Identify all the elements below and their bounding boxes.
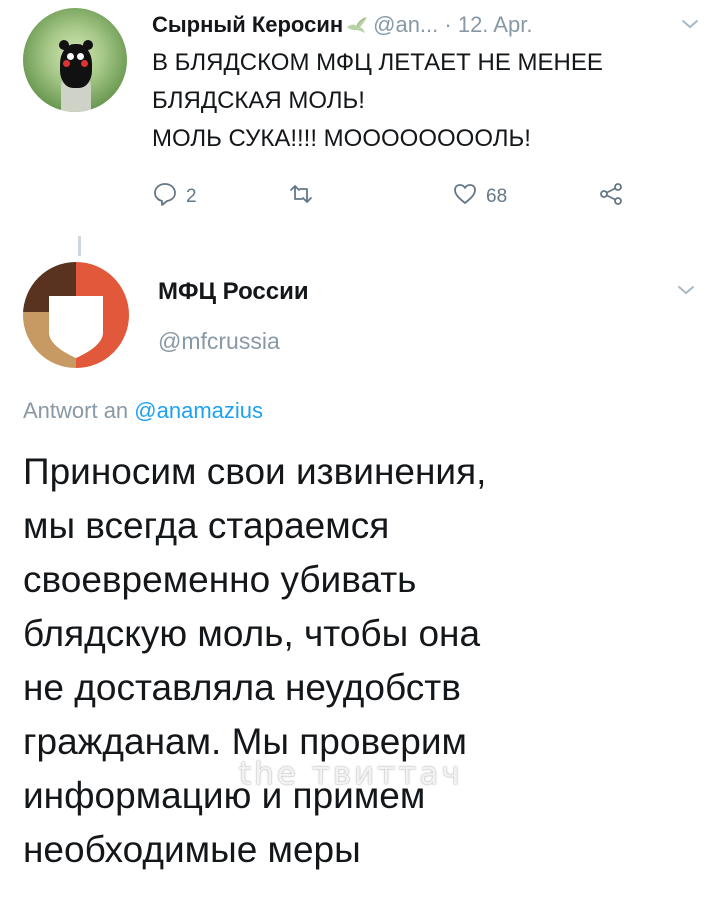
avatar-bear-cheek [81, 60, 88, 67]
mfc-logo [23, 262, 129, 368]
share-icon [598, 181, 624, 213]
retweet-icon [288, 181, 314, 213]
tweet-actions: 2 68 [152, 180, 672, 214]
reply-text: Приносим свои извинения, мы всегда стара… [23, 451, 487, 870]
reply-author-name[interactable]: МФЦ России [158, 278, 309, 306]
reply-to-prefix: Antwort an [23, 398, 129, 423]
tweet-header: Сырный Керосин @an... · 12. Apr. [152, 10, 712, 42]
reply-count: 2 [186, 186, 197, 207]
tweet-date[interactable]: · 12. Apr. [444, 12, 532, 37]
chevron-down-icon[interactable] [676, 280, 696, 300]
author-name[interactable]: Сырный Керосин [152, 12, 343, 37]
dove-icon [345, 13, 369, 33]
watermark: the твиттач [239, 756, 463, 792]
chevron-down-icon[interactable] [680, 14, 700, 34]
reply-bubble-icon [152, 181, 178, 213]
reply-context: Antwort an @anamazius [23, 398, 263, 424]
avatar-bear-eye [67, 53, 74, 60]
original-tweet: Сырный Керосин @an... · 12. Apr. В БЛЯДСК… [0, 0, 719, 230]
author-handle[interactable]: @an... [373, 12, 438, 37]
reply-to-mention[interactable]: @anamazius [134, 398, 263, 423]
like-count: 68 [486, 186, 508, 207]
like-button[interactable]: 68 [452, 180, 507, 214]
thread-connector [78, 236, 81, 256]
avatar-bear-cheek [63, 60, 70, 67]
author-avatar[interactable] [23, 8, 127, 112]
retweet-button[interactable] [288, 180, 322, 214]
reply-author-handle[interactable]: @mfcrussia [158, 328, 280, 355]
avatar-bear-eye [77, 53, 84, 60]
tweet-text: В БЛЯДСКОМ МФЦ ЛЕТАЕТ НЕ МЕНЕЕ БЛЯДСКАЯ … [152, 49, 603, 152]
reply-button[interactable]: 2 [152, 180, 197, 214]
heart-icon [452, 181, 478, 213]
reply-author-avatar[interactable] [23, 262, 129, 368]
share-button[interactable] [598, 180, 624, 214]
